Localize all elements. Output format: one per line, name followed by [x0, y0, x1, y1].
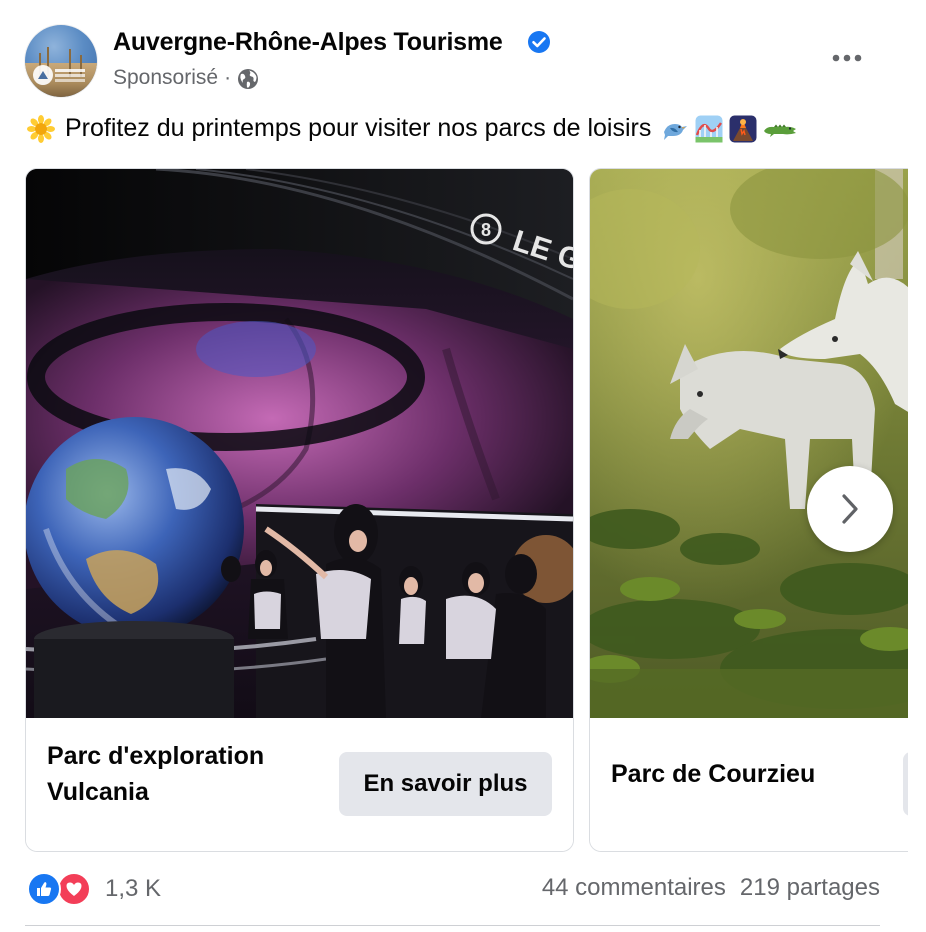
comments-count[interactable]: 44 commentaires	[542, 874, 726, 902]
carousel[interactable]: 8 LE G Parc d'exploration Vulcania En sa…	[0, 168, 908, 852]
caption-text: Profitez du printemps pour visiter nos p…	[65, 114, 652, 142]
sponsored-label[interactable]: Sponsorisé	[113, 66, 218, 90]
love-reaction-icon	[57, 872, 91, 906]
reactions-summary[interactable]: 1,3 K	[27, 872, 161, 906]
roller-coaster-emoji	[695, 115, 723, 142]
avatar-grass-stem	[80, 55, 82, 77]
post-meta: Sponsorisé ·	[113, 66, 259, 90]
post-caption: Profitez du printemps pour visiter nos p…	[27, 114, 797, 143]
volcano-emoji	[729, 115, 757, 142]
avatar-grass-stem	[69, 49, 71, 77]
more-options-button[interactable]	[826, 40, 868, 76]
caption-emojis	[661, 115, 797, 143]
verified-badge-icon	[528, 31, 550, 53]
crocodile-emoji	[764, 124, 797, 137]
bird-emoji	[664, 123, 688, 140]
chevron-right-icon	[842, 494, 858, 524]
engagement-stats: 44 commentaires 219 partages	[542, 874, 880, 902]
carousel-card-vulcania[interactable]: 8 LE G Parc d'exploration Vulcania En sa…	[25, 168, 574, 852]
like-reaction-icon	[27, 872, 61, 906]
shares-count[interactable]: 219 partages	[740, 874, 880, 902]
globe-icon[interactable]	[237, 68, 259, 90]
card-title[interactable]: Parc d'exploration Vulcania	[47, 738, 327, 810]
card-footer: Parc d'exploration Vulcania En savoir pl…	[26, 718, 573, 851]
sponsored-post: Auvergne-Rhône-Alpes Tourisme Sponsorisé…	[0, 0, 926, 932]
reaction-count[interactable]: 1,3 K	[105, 875, 161, 903]
sunflower-emoji	[27, 114, 55, 143]
divider	[25, 925, 880, 926]
learn-more-button-partial[interactable]	[903, 752, 908, 816]
card-footer: Parc de Courzieu	[590, 718, 908, 851]
svg-text:8: 8	[481, 220, 491, 240]
learn-more-button[interactable]: En savoir plus	[339, 752, 552, 816]
card-title[interactable]: Parc de Courzieu	[611, 756, 908, 792]
more-options-icon	[832, 54, 862, 62]
brand-logo-icon	[33, 65, 53, 85]
page-avatar[interactable]	[25, 25, 97, 97]
vulcania-earth-globe-photo[interactable]: 8 LE G	[26, 169, 573, 718]
brand-logo-text-mark	[55, 69, 85, 72]
page-name[interactable]: Auvergne-Rhône-Alpes Tourisme	[113, 28, 503, 57]
white-wolves-photo[interactable]	[590, 169, 908, 718]
carousel-next-button[interactable]	[807, 466, 893, 552]
meta-separator: ·	[224, 66, 232, 89]
